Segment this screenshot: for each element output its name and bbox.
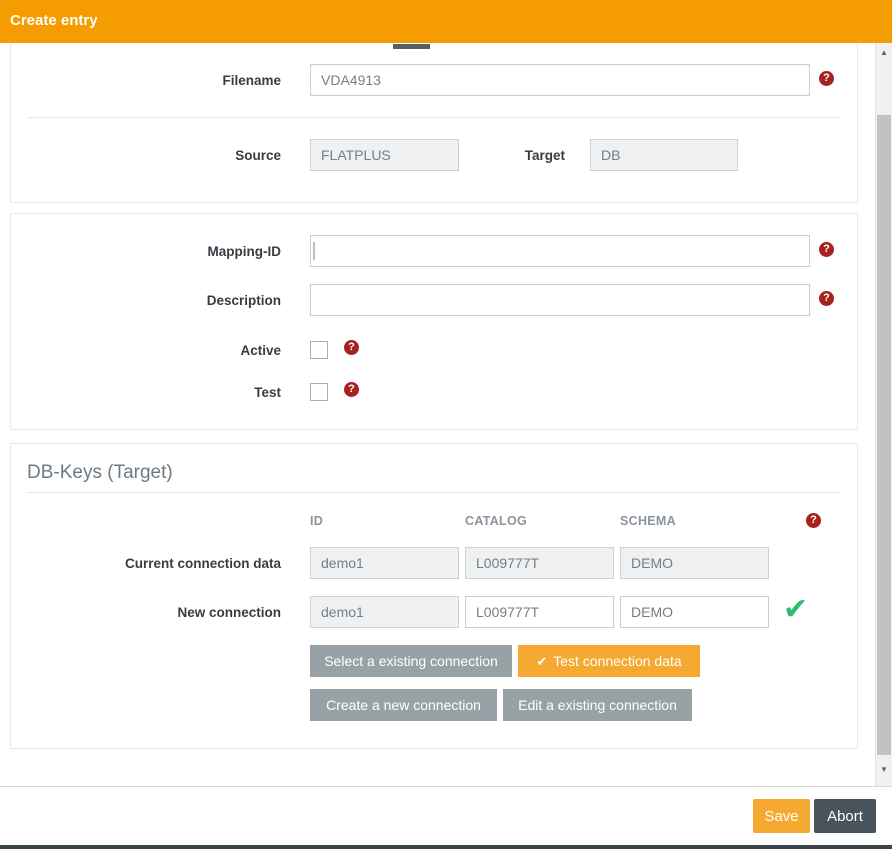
target-label: Target [465,147,565,165]
description-help-icon[interactable]: ? [819,291,834,306]
footer-separator [0,786,892,787]
test-connection-data-label: Test connection data [553,653,681,669]
test-connection-data-button[interactable]: ✔ Test connection data [518,645,700,677]
mapping-id-help-icon[interactable]: ? [819,242,834,257]
connection-valid-check-icon: ✔ [783,592,808,627]
dialog-title: Create entry [10,12,98,29]
current-schema-input [620,547,769,579]
column-header-schema: SCHEMA [620,514,676,528]
select-existing-connection-button[interactable]: Select a existing connection [310,645,512,677]
current-id-input [310,547,459,579]
filename-help-icon[interactable]: ? [819,71,834,86]
description-label: Description [60,292,281,310]
test-help-icon[interactable]: ? [344,382,359,397]
edit-existing-connection-button[interactable]: Edit a existing connection [503,689,692,721]
create-new-connection-button[interactable]: Create a new connection [310,689,497,721]
new-id-input [310,596,459,628]
column-header-catalog: CATALOG [465,514,527,528]
test-checkbox[interactable] [310,383,328,401]
current-catalog-input [465,547,614,579]
source-input [310,139,459,171]
mapping-id-input[interactable] [310,235,810,267]
window-bottom-edge [0,845,892,849]
source-label: Source [60,147,281,165]
dialog-titlebar: Create entry [0,0,892,43]
panel-file [10,20,858,203]
current-connection-label: Current connection data [60,555,281,573]
abort-button[interactable]: Abort [814,799,876,833]
db-keys-help-icon[interactable]: ? [806,513,821,528]
active-help-icon[interactable]: ? [344,340,359,355]
test-label: Test [60,384,281,402]
scroll-up-arrow-icon[interactable]: ▲ [876,48,892,57]
filename-label: Filename [60,72,281,90]
text-cursor [313,242,315,260]
save-button[interactable]: Save [753,799,810,833]
column-header-id: ID [310,514,323,528]
new-schema-input[interactable] [620,596,769,628]
description-input[interactable] [310,284,810,316]
mapping-id-label: Mapping-ID [60,243,281,261]
filename-input[interactable] [310,64,810,96]
panel-file-divider [27,117,841,118]
target-input [590,139,738,171]
tab-indicator-remnant [393,44,430,49]
db-keys-divider [27,492,841,493]
scroll-down-arrow-icon[interactable]: ▼ [876,765,892,774]
new-connection-label: New connection [60,604,281,622]
db-keys-heading: DB-Keys (Target) [27,462,173,484]
new-catalog-input[interactable] [465,596,614,628]
create-entry-dialog: Create entry Filename ? Source Target Ma… [0,0,892,849]
check-icon: ✔ [536,654,547,669]
vertical-scrollbar[interactable]: ▲ ▼ [875,43,892,786]
active-checkbox[interactable] [310,341,328,359]
active-label: Active [60,342,281,360]
scrollbar-thumb[interactable] [877,115,891,755]
